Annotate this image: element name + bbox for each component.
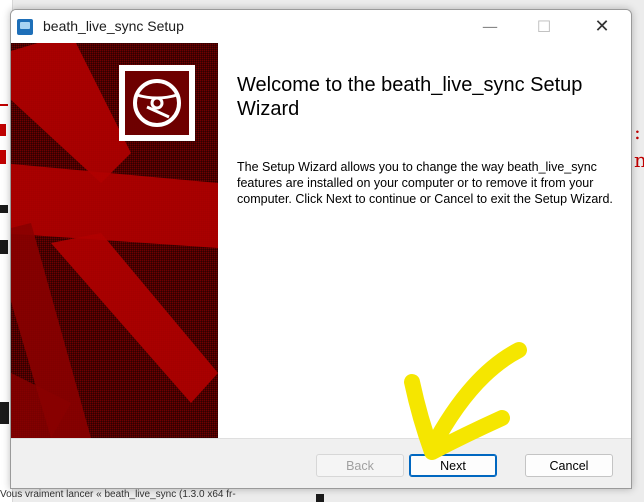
minimize-button[interactable]: — bbox=[467, 10, 513, 43]
background-dark-mark bbox=[0, 402, 9, 424]
wizard-description: The Setup Wizard allows you to change th… bbox=[237, 160, 613, 206]
setup-window: beath_live_sync Setup — ☐ ✕ Welcome to t… bbox=[10, 9, 632, 489]
title-bar[interactable]: beath_live_sync Setup — ☐ ✕ bbox=[11, 10, 631, 43]
background-bottom-text: Vous vraiment lancer « beath_live_sync (… bbox=[0, 489, 236, 500]
page-title: Welcome to the beath_live_sync Setup Wiz… bbox=[237, 74, 583, 120]
wizard-content: Welcome to the beath_live_sync Setup Wiz… bbox=[218, 43, 631, 438]
background-dark-mark bbox=[0, 240, 8, 254]
maximize-button[interactable]: ☐ bbox=[521, 10, 567, 43]
button-bar: Back Next Cancel bbox=[11, 438, 631, 488]
background-dark-mark bbox=[0, 205, 8, 213]
installer-icon bbox=[17, 19, 33, 35]
window-title: beath_live_sync Setup bbox=[43, 18, 184, 34]
disc-icon bbox=[119, 65, 195, 141]
wizard-banner bbox=[11, 43, 218, 438]
next-button[interactable]: Next bbox=[409, 454, 497, 477]
close-button[interactable]: ✕ bbox=[579, 10, 625, 43]
background-red-mark bbox=[0, 104, 8, 106]
background-red-mark bbox=[0, 124, 6, 136]
cancel-button[interactable]: Cancel bbox=[525, 454, 613, 477]
back-button[interactable]: Back bbox=[316, 454, 404, 477]
background-right-text: : ne bbox=[634, 120, 644, 172]
background-red-mark bbox=[0, 150, 6, 164]
